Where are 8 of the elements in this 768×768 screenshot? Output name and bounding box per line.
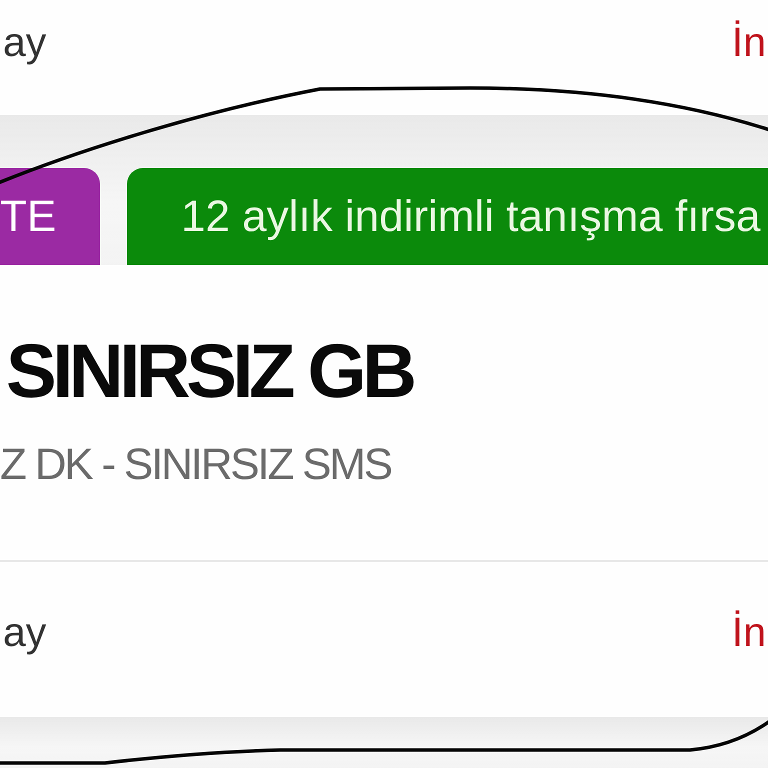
row-label: ay — [2, 18, 46, 67]
row-label: ay — [2, 608, 46, 657]
plan-tag: TE — [0, 168, 100, 265]
plan-subtitle: Z DK - SINIRSIZ SMS — [0, 439, 391, 491]
details-link[interactable]: İn — [732, 606, 768, 658]
promo-tag: 12 aylık indirimli tanışma fırsa — [127, 168, 768, 265]
details-link[interactable]: İn — [732, 16, 768, 68]
plan-title: SINIRSIZ GB — [5, 329, 413, 415]
